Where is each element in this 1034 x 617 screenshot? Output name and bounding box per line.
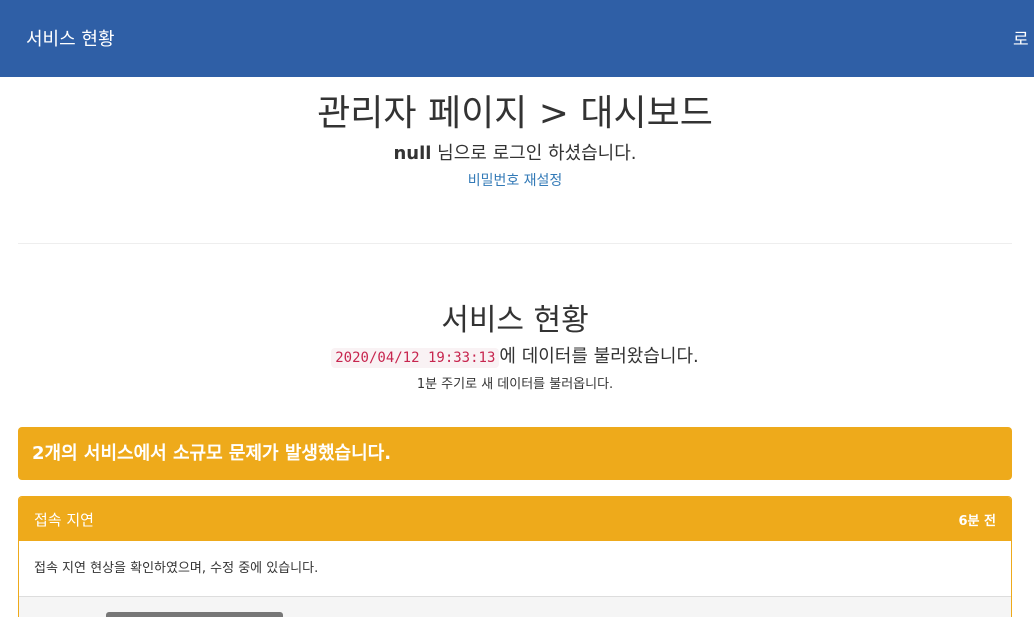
data-loaded-line: 2020/04/12 19:33:13 에 데이터를 불러왔습니다. bbox=[18, 345, 1012, 370]
status-alert: 2개의 서비스에서 소규모 문제가 발생했습니다. bbox=[18, 427, 1012, 480]
incident-description: 접속 지연 현상을 확인하였으며, 수정 중에 있습니다. bbox=[34, 561, 319, 576]
reset-password-row: 비밀번호 재설정 bbox=[18, 171, 1012, 191]
page-title: 관리자 페이지 > 대시보드 bbox=[317, 93, 713, 134]
navbar-brand[interactable]: 서비스 현황 bbox=[26, 0, 115, 80]
loaded-timestamp: 2020/04/12 19:33:13 bbox=[331, 348, 500, 368]
user-name: null bbox=[393, 143, 432, 164]
reset-password-link[interactable]: 비밀번호 재설정 bbox=[468, 173, 563, 189]
incident-title: 접속 지연 bbox=[34, 510, 94, 529]
loaded-text: 에 데이터를 불러왔습니다. bbox=[499, 346, 699, 367]
login-status-text: 님으로 로그인 하셨습니다. bbox=[431, 143, 637, 164]
refresh-note: 1분 주기로 새 데이터를 불러옵니다. bbox=[416, 377, 614, 392]
incident-panel-footer bbox=[19, 596, 1011, 617]
incident-panel-heading: 접속 지연 6분 전 bbox=[19, 497, 1011, 541]
section-divider bbox=[18, 243, 1012, 244]
top-navbar: 서비스 현황 로 bbox=[0, 0, 1034, 77]
service-badge bbox=[106, 612, 283, 617]
status-title: 서비스 현황 bbox=[441, 303, 589, 338]
login-status: null 님으로 로그인 하셨습니다. bbox=[18, 142, 1012, 166]
incident-time-ago: 6분 전 bbox=[958, 513, 997, 529]
incident-panel: 접속 지연 6분 전 접속 지연 현상을 확인하였으며, 수정 중에 있습니다. bbox=[18, 496, 1012, 617]
logout-link[interactable]: 로 bbox=[1013, 0, 1033, 80]
